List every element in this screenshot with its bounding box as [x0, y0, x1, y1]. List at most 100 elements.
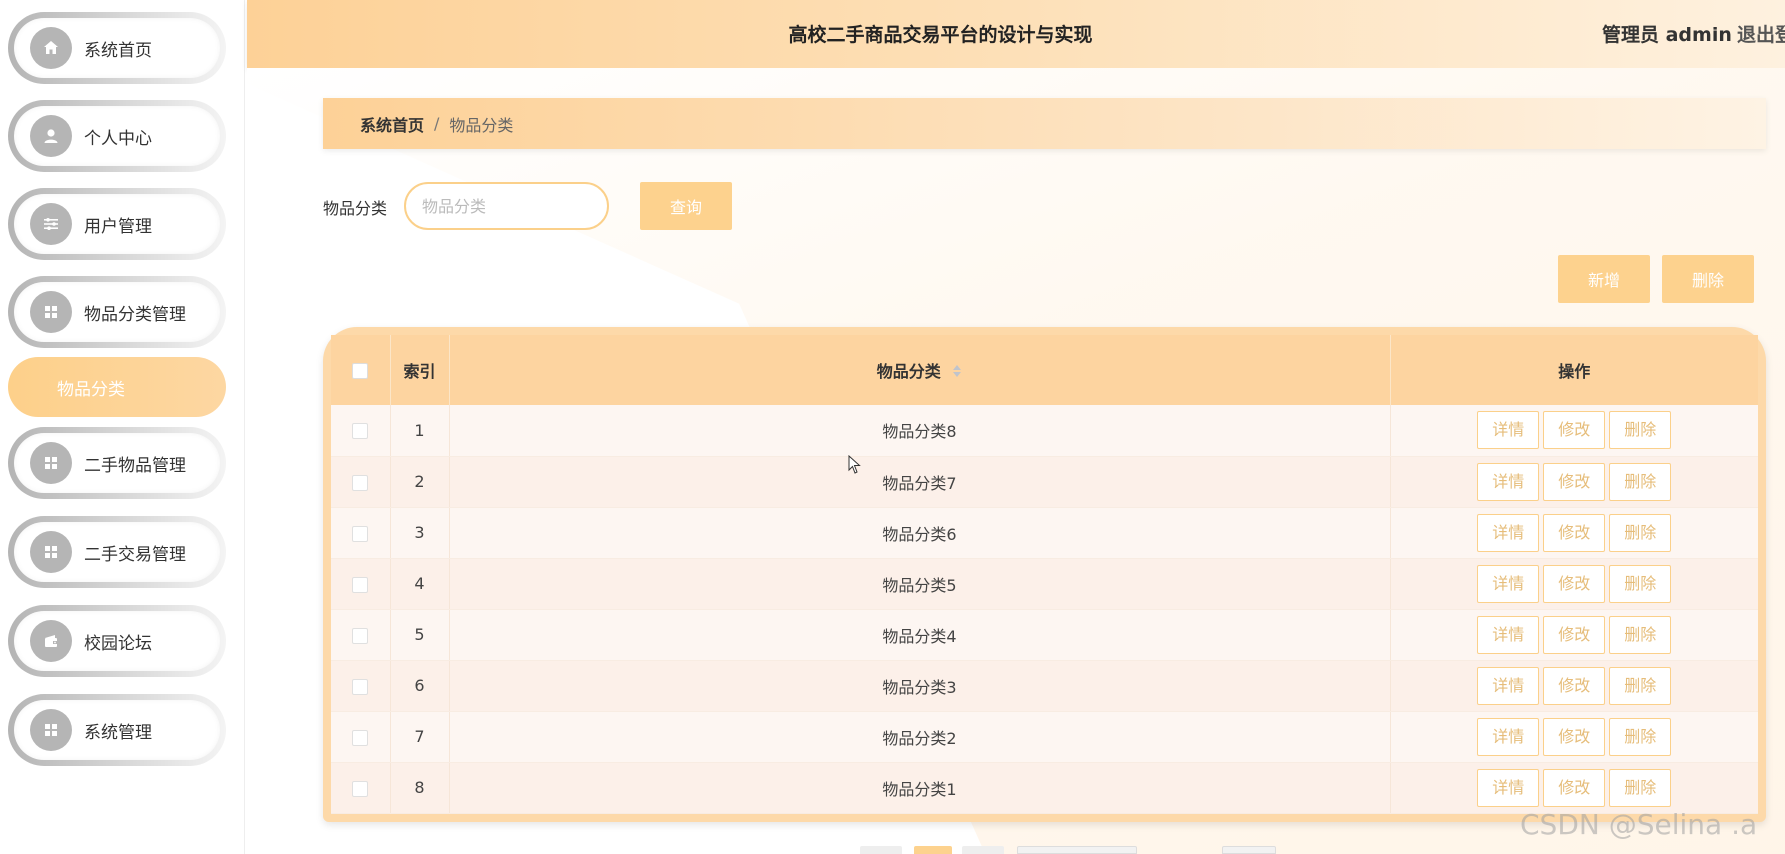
- breadcrumb-home[interactable]: 系统首页: [360, 112, 424, 136]
- pagination-size-select[interactable]: [1017, 846, 1137, 854]
- delete-button[interactable]: 删除: [1609, 411, 1672, 450]
- sidebar-item-users[interactable]: 用户管理: [8, 188, 226, 260]
- delete-button[interactable]: 删除: [1609, 768, 1672, 807]
- edit-button[interactable]: 修改: [1543, 564, 1606, 603]
- row-select-cell: [331, 711, 391, 763]
- edit-button[interactable]: 修改: [1543, 717, 1606, 756]
- sidebar-item-profile[interactable]: 个人中心: [8, 100, 226, 172]
- edit-button[interactable]: 修改: [1543, 411, 1606, 450]
- row-actions-cell: 详情 修改 删除: [1390, 456, 1758, 508]
- sidebar-item-secondhand-trade[interactable]: 二手交易管理: [8, 516, 226, 588]
- table-row: 5 物品分类4 详情 修改 删除: [331, 609, 1758, 661]
- sidebar-item-category-management[interactable]: 物品分类管理: [8, 276, 226, 348]
- select-all-cell: [331, 335, 391, 405]
- row-select-cell: [331, 609, 391, 661]
- admin-user-label: 管理员 admin: [1602, 24, 1732, 46]
- search-input[interactable]: [404, 182, 609, 230]
- add-button[interactable]: 新增: [1558, 255, 1650, 303]
- detail-button[interactable]: 详情: [1477, 666, 1540, 705]
- column-header-category[interactable]: 物品分类: [449, 335, 1391, 405]
- table-row: 1 物品分类8 详情 修改 删除: [331, 405, 1758, 457]
- row-actions-cell: 详情 修改 删除: [1390, 762, 1758, 814]
- detail-button[interactable]: 详情: [1477, 717, 1540, 756]
- sidebar-item-system[interactable]: 系统管理: [8, 694, 226, 766]
- user-icon: [30, 115, 72, 157]
- edit-button[interactable]: 修改: [1543, 768, 1606, 807]
- detail-button[interactable]: 详情: [1477, 513, 1540, 552]
- detail-button[interactable]: 详情: [1477, 462, 1540, 501]
- table-row: 2 物品分类7 详情 修改 删除: [331, 456, 1758, 508]
- row-actions-cell: 详情 修改 删除: [1390, 711, 1758, 763]
- delete-button[interactable]: 删除: [1609, 717, 1672, 756]
- delete-button[interactable]: 删除: [1609, 513, 1672, 552]
- pagination-next-button[interactable]: [962, 846, 1004, 854]
- sidebar-item-label: 二手交易管理: [84, 544, 186, 565]
- row-category: 物品分类8: [449, 405, 1391, 457]
- query-button[interactable]: 查询: [640, 182, 732, 230]
- search-label: 物品分类: [323, 199, 388, 218]
- row-checkbox[interactable]: [352, 474, 369, 491]
- sort-icon[interactable]: [952, 363, 962, 382]
- detail-button[interactable]: 详情: [1477, 411, 1540, 450]
- row-checkbox[interactable]: [352, 525, 369, 542]
- sidebar-item-label: 物品分类管理: [84, 304, 186, 325]
- column-header-index: 索引: [390, 335, 450, 405]
- sidebar-subitem-category[interactable]: 物品分类: [8, 357, 226, 417]
- row-checkbox[interactable]: [352, 729, 369, 746]
- sidebar-item-home[interactable]: 系统首页: [8, 12, 226, 84]
- sidebar-item-label: 个人中心: [84, 128, 152, 149]
- logout-link[interactable]: 退出登录: [1737, 20, 1785, 47]
- detail-button[interactable]: 详情: [1477, 564, 1540, 603]
- row-category: 物品分类6: [449, 507, 1391, 559]
- row-category: 物品分类7: [449, 456, 1391, 508]
- detail-button[interactable]: 详情: [1477, 768, 1540, 807]
- row-checkbox[interactable]: [352, 678, 369, 695]
- pagination-prev-button[interactable]: [860, 846, 902, 854]
- sidebar-item-secondhand-goods[interactable]: 二手物品管理: [8, 427, 226, 499]
- edit-button[interactable]: 修改: [1543, 615, 1606, 654]
- page-title: 高校二手商品交易平台的设计与实现: [788, 24, 1093, 46]
- table-row: 7 物品分类2 详情 修改 删除: [331, 711, 1758, 763]
- delete-button[interactable]: 删除: [1609, 666, 1672, 705]
- grid-icon: [30, 442, 72, 484]
- sidebar-item-forum[interactable]: 校园论坛: [8, 605, 226, 677]
- table-body: 1 物品分类8 详情 修改 删除 2 物品分类7 详情 修改 删除 3 物品分类6 详情 修改 删除 4 物品分…: [331, 405, 1758, 814]
- row-index: 4: [390, 558, 450, 610]
- row-category: 物品分类1: [449, 762, 1391, 814]
- row-checkbox[interactable]: [352, 576, 369, 593]
- row-index: 1: [390, 405, 450, 457]
- detail-button[interactable]: 详情: [1477, 615, 1540, 654]
- edit-button[interactable]: 修改: [1543, 513, 1606, 552]
- row-checkbox[interactable]: [352, 423, 369, 440]
- sidebar-item-label: 二手物品管理: [84, 455, 186, 476]
- table-row: 6 物品分类3 详情 修改 删除: [331, 660, 1758, 712]
- batch-delete-button[interactable]: 删除: [1662, 255, 1754, 303]
- row-category: 物品分类5: [449, 558, 1391, 610]
- edit-button[interactable]: 修改: [1543, 666, 1606, 705]
- row-actions-cell: 详情 修改 删除: [1390, 609, 1758, 661]
- delete-button[interactable]: 删除: [1609, 564, 1672, 603]
- mouse-cursor-icon: [848, 455, 861, 474]
- grid-icon: [30, 291, 72, 333]
- edit-button[interactable]: 修改: [1543, 462, 1606, 501]
- pagination-page-1[interactable]: [914, 846, 952, 854]
- row-category: 物品分类3: [449, 660, 1391, 712]
- select-all-checkbox[interactable]: [352, 363, 369, 379]
- row-select-cell: [331, 660, 391, 712]
- row-category: 物品分类4: [449, 609, 1391, 661]
- home-icon: [30, 27, 72, 69]
- pagination-jump-input[interactable]: [1222, 846, 1276, 854]
- row-select-cell: [331, 405, 391, 457]
- delete-button[interactable]: 删除: [1609, 462, 1672, 501]
- row-actions-cell: 详情 修改 删除: [1390, 660, 1758, 712]
- watermark: CSDN @Selina .a: [1520, 808, 1758, 841]
- row-checkbox[interactable]: [352, 627, 369, 644]
- sidebar-item-label: 系统管理: [84, 722, 152, 743]
- row-actions-cell: 详情 修改 删除: [1390, 558, 1758, 610]
- table-header-row: 索引 物品分类 操作: [331, 335, 1758, 405]
- row-checkbox[interactable]: [352, 780, 369, 797]
- column-header-actions: 操作: [1558, 362, 1591, 381]
- row-select-cell: [331, 762, 391, 814]
- sidebar-item-label: 校园论坛: [84, 633, 152, 654]
- delete-button[interactable]: 删除: [1609, 615, 1672, 654]
